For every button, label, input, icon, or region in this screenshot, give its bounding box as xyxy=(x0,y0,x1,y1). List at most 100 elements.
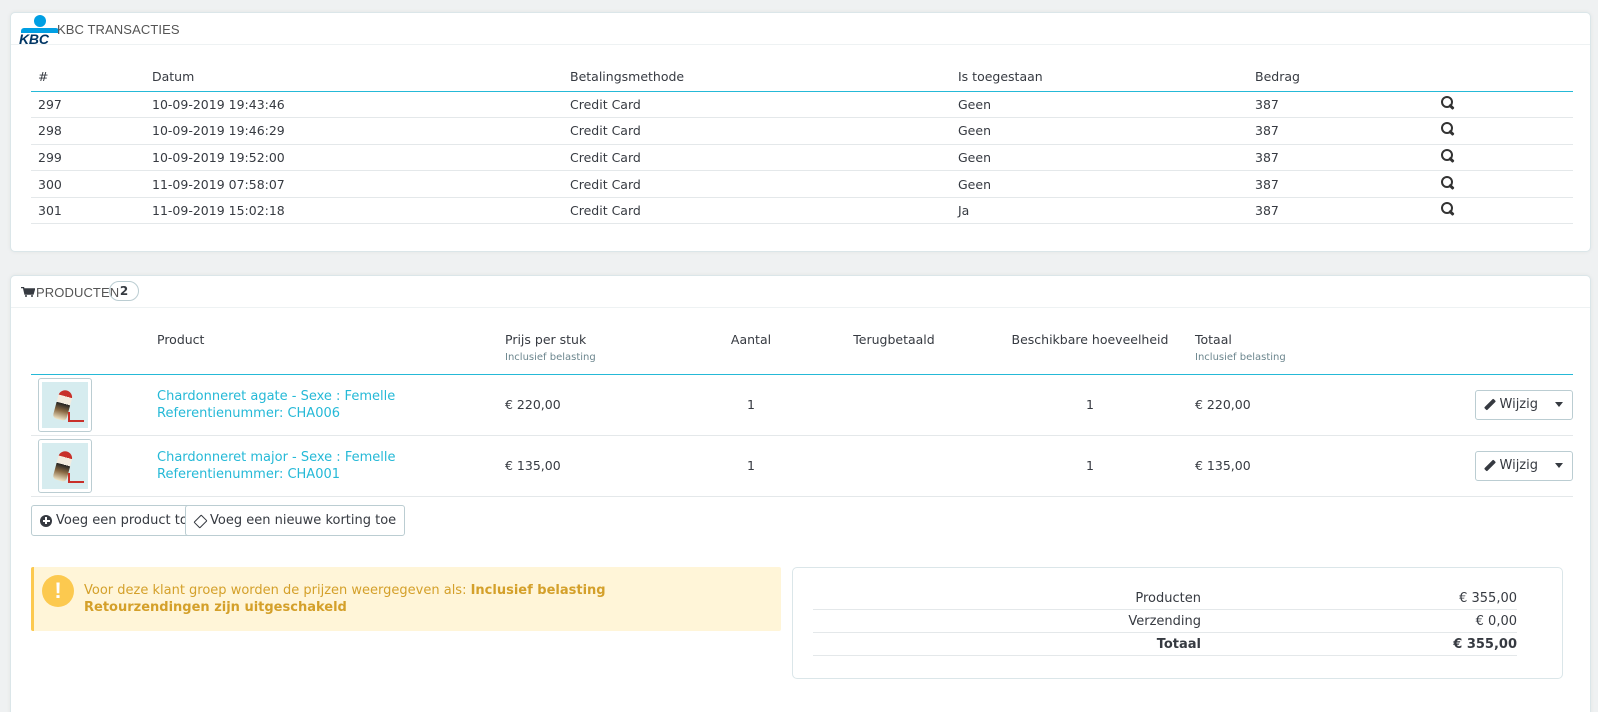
kbc-logo: KBC xyxy=(19,15,61,47)
table-row: 297 10-09-2019 19:43:46 Credit Card Geen… xyxy=(31,91,1573,119)
col-header-actions xyxy=(1434,63,1573,92)
add-discount-button[interactable]: Voeg een nieuwe korting toe xyxy=(185,505,406,536)
col-header-method: Betalingsmethode xyxy=(563,63,951,92)
cell-date: 11-09-2019 15:02:18 xyxy=(145,197,563,225)
cell-amount: 387 xyxy=(1248,197,1434,225)
totals-row-shipping: Verzending € 0,00 xyxy=(813,610,1517,633)
product-name-link[interactable]: Chardonneret agate - Sexe : Femelle xyxy=(157,388,505,405)
cell-method: Credit Card xyxy=(563,91,951,119)
cell-total: € 135,00 xyxy=(1195,435,1447,497)
cell-amount: 387 xyxy=(1248,117,1434,145)
products-table: Product Prijs per stuk Inclusief belastin… xyxy=(31,318,1573,497)
edit-button-group: Wijzig xyxy=(1474,450,1573,481)
totals-row-products: Producten € 355,00 xyxy=(813,587,1517,610)
col-header-allowed: Is toegestaan xyxy=(951,63,1248,92)
add-discount-label: Voeg een nieuwe korting toe xyxy=(210,513,397,528)
col-header-amount: Bedrag xyxy=(1248,63,1434,92)
kbc-panel-heading: KBC KBC TRANSACTIES xyxy=(11,13,1590,47)
col-header-id: # xyxy=(31,63,145,92)
cell-image xyxy=(31,374,157,436)
total-subheader: Inclusief belasting xyxy=(1195,352,1286,363)
col-header-unit-price: Prijs per stuk Inclusief belasting xyxy=(505,318,699,375)
cell-method: Credit Card xyxy=(563,197,951,225)
cell-image xyxy=(31,435,157,497)
edit-dropdown-toggle[interactable] xyxy=(1546,452,1572,480)
totals-products-label: Producten xyxy=(1135,591,1201,606)
cell-total: € 220,00 xyxy=(1195,374,1447,436)
cell-view xyxy=(1434,91,1573,119)
cell-allowed: Geen xyxy=(951,170,1248,198)
cell-price: € 220,00 xyxy=(505,374,699,436)
cell-actions: Wijzig xyxy=(1447,435,1573,497)
plus-circle-icon xyxy=(40,514,52,527)
cell-allowed: Geen xyxy=(951,117,1248,145)
search-icon[interactable] xyxy=(1441,148,1455,163)
products-panel-heading: PRODUCTEN 2 xyxy=(11,276,1590,308)
product-thumbnail[interactable] xyxy=(38,377,92,432)
products-count-badge: 2 xyxy=(109,281,139,301)
col-header-product: Product xyxy=(157,318,505,375)
cell-qty: 1 xyxy=(699,374,803,436)
col-header-available: Beschikbare hoeveelheid xyxy=(985,318,1195,375)
kbc-logo-text: KBC xyxy=(19,31,49,47)
totals-row-total: Totaal € 355,00 xyxy=(813,633,1517,656)
cell-date: 10-09-2019 19:46:29 xyxy=(145,117,563,145)
shopping-cart-icon xyxy=(21,287,35,297)
product-reference-link[interactable]: Referentienummer: CHA001 xyxy=(157,466,505,483)
table-row: Chardonneret agate - Sexe : Femelle Refe… xyxy=(31,374,1573,436)
cell-id: 297 xyxy=(31,91,145,119)
product-reference-link[interactable]: Referentienummer: CHA006 xyxy=(157,405,505,422)
cell-actions: Wijzig xyxy=(1447,374,1573,436)
pencil-icon xyxy=(1484,399,1496,411)
cell-view xyxy=(1434,117,1573,145)
cell-date: 11-09-2019 07:58:07 xyxy=(145,170,563,198)
warning-icon: ! xyxy=(42,575,74,607)
search-icon[interactable] xyxy=(1441,175,1455,190)
cell-id: 298 xyxy=(31,117,145,145)
cell-method: Credit Card xyxy=(563,144,951,172)
cell-amount: 387 xyxy=(1248,91,1434,119)
cell-allowed: Ja xyxy=(951,197,1248,225)
col-header-total: Totaal Inclusief belasting xyxy=(1195,318,1447,375)
search-icon[interactable] xyxy=(1441,95,1455,110)
totals-total-label: Totaal xyxy=(1156,637,1201,652)
cell-view xyxy=(1434,197,1573,225)
col-header-qty: Aantal xyxy=(699,318,803,375)
cell-method: Credit Card xyxy=(563,117,951,145)
edit-dropdown-toggle[interactable] xyxy=(1546,391,1572,419)
cell-view xyxy=(1434,170,1573,198)
cell-amount: 387 xyxy=(1248,170,1434,198)
pencil-icon xyxy=(1484,460,1496,472)
products-panel-title: PRODUCTEN xyxy=(36,285,120,300)
table-row: 298 10-09-2019 19:46:29 Credit Card Geen… xyxy=(31,117,1573,145)
edit-button[interactable]: Wijzig xyxy=(1476,391,1546,419)
totals-total-value: € 355,00 xyxy=(1453,637,1517,652)
tax-info-alert: ! Voor deze klant groep worden de prijze… xyxy=(31,567,781,631)
search-icon[interactable] xyxy=(1441,202,1455,216)
edit-button[interactable]: Wijzig xyxy=(1476,452,1546,480)
cell-refunded xyxy=(803,435,985,497)
col-header-date: Datum xyxy=(145,63,563,92)
cell-date: 10-09-2019 19:43:46 xyxy=(145,91,563,119)
kbc-transactions-table: # Datum Betalingsmethode Is toegestaan B… xyxy=(31,63,1573,225)
totals-shipping-label: Verzending xyxy=(1128,614,1201,629)
table-row: 299 10-09-2019 19:52:00 Credit Card Geen… xyxy=(31,144,1573,172)
cell-allowed: Geen xyxy=(951,144,1248,172)
totals-products-value: € 355,00 xyxy=(1459,591,1517,606)
table-header-row: Product Prijs per stuk Inclusief belastin… xyxy=(31,318,1573,375)
product-name-link[interactable]: Chardonneret major - Sexe : Femelle xyxy=(157,449,505,466)
totals-shipping-value: € 0,00 xyxy=(1475,614,1517,629)
add-product-button[interactable]: Voeg een product toe xyxy=(31,505,205,536)
cell-product: Chardonneret agate - Sexe : Femelle Refe… xyxy=(157,374,505,436)
table-row: Chardonneret major - Sexe : Femelle Refe… xyxy=(31,435,1573,497)
cell-view xyxy=(1434,144,1573,172)
cell-available: 1 xyxy=(985,435,1195,497)
order-totals-box: Producten € 355,00 Verzending € 0,00 Tot… xyxy=(792,567,1563,679)
products-panel: PRODUCTEN 2 Product Prijs per stuk Inclus… xyxy=(10,275,1591,712)
search-icon[interactable] xyxy=(1441,122,1455,136)
kbc-panel-title: KBC TRANSACTIES xyxy=(57,22,180,37)
product-thumbnail[interactable] xyxy=(38,438,92,493)
alert-text: Voor deze klant groep worden de prijzen … xyxy=(84,583,606,615)
cell-available: 1 xyxy=(985,374,1195,436)
col-header-actions xyxy=(1447,318,1573,375)
